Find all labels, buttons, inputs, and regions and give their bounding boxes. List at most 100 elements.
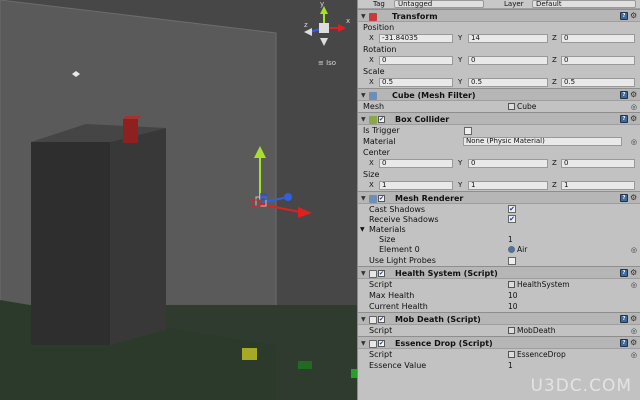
rotation-row: X 0 Y 0 Z 0 xyxy=(358,55,640,66)
rotation-label-row: Rotation xyxy=(358,44,640,55)
current-health-row: Current Health 10 xyxy=(358,301,640,312)
scene-view[interactable]: y x z ≡ Iso xyxy=(0,0,357,400)
is-trigger-row: Is Trigger xyxy=(358,125,640,136)
mob-death-enabled-checkbox[interactable]: ✔ xyxy=(378,316,385,323)
size-x-field[interactable]: 1 xyxy=(379,181,453,190)
position-y-field[interactable]: 14 xyxy=(468,34,548,43)
axis-z-label: Z xyxy=(552,181,557,189)
help-book-icon[interactable]: ? xyxy=(620,91,628,99)
axis-z-label: Z xyxy=(552,34,557,42)
box-collider-header[interactable]: ▼ ✔ Box Collider ? ⚙ xyxy=(358,112,640,125)
inspector-panel[interactable]: Tag Untagged Layer Default ▼ Transform ?… xyxy=(357,0,640,400)
scale-y-field[interactable]: 0.5 xyxy=(468,78,548,87)
layer-dropdown[interactable]: Default xyxy=(532,0,636,8)
element0-row: Element 0 Air ◎ xyxy=(358,244,640,255)
mesh-renderer-icon xyxy=(369,195,377,203)
help-book-icon[interactable]: ? xyxy=(620,339,628,347)
gear-icon[interactable]: ⚙ xyxy=(630,315,638,323)
gear-icon[interactable]: ⚙ xyxy=(630,194,638,202)
box-collider-enabled-checkbox[interactable]: ✔ xyxy=(378,116,385,123)
cast-shadows-row: Cast Shadows ✔ xyxy=(358,204,640,214)
axis-y-label: Y xyxy=(458,34,463,42)
help-book-icon[interactable]: ? xyxy=(620,12,628,20)
essence-drop-enabled-checkbox[interactable]: ✔ xyxy=(378,340,385,347)
red-cube[interactable] xyxy=(123,119,138,143)
gear-icon[interactable]: ⚙ xyxy=(630,269,638,277)
mob-death-script-value[interactable]: MobDeath xyxy=(508,325,556,336)
rotation-x-field[interactable]: 0 xyxy=(379,56,453,65)
essence-drop-header[interactable]: ▼ ✔ Essence Drop (Script) ? ⚙ xyxy=(358,336,640,349)
script-icon xyxy=(369,270,377,278)
help-book-icon[interactable]: ? xyxy=(620,194,628,202)
position-label-row: Position xyxy=(358,22,640,33)
current-health-label: Current Health xyxy=(369,302,428,311)
essence-value-value[interactable]: 1 xyxy=(508,360,513,371)
center-x-field[interactable]: 0 xyxy=(379,159,453,168)
center-z-field[interactable]: 0 xyxy=(561,159,635,168)
gear-icon[interactable]: ⚙ xyxy=(630,339,638,347)
current-health-value[interactable]: 10 xyxy=(508,301,518,312)
transform-header[interactable]: ▼ Transform ? ⚙ xyxy=(358,9,640,22)
green-object[interactable] xyxy=(298,361,312,369)
mob-death-header[interactable]: ▼ ✔ Mob Death (Script) ? ⚙ xyxy=(358,312,640,325)
size-label-row: Size xyxy=(358,169,640,180)
position-x-field[interactable]: -31.84035 xyxy=(379,34,453,43)
scale-x-field[interactable]: 0.5 xyxy=(379,78,453,87)
gear-icon[interactable]: ⚙ xyxy=(630,12,638,20)
gizmo-z-label: z xyxy=(304,21,308,29)
size-y-field[interactable]: 1 xyxy=(468,181,548,190)
help-book-icon[interactable]: ? xyxy=(620,315,628,323)
axis-y-label: Y xyxy=(458,159,463,167)
max-health-value[interactable]: 10 xyxy=(508,290,518,301)
transform-title: Transform xyxy=(392,12,438,21)
health-system-header[interactable]: ▼ ✔ Health System (Script) ? ⚙ xyxy=(358,266,640,279)
health-system-enabled-checkbox[interactable]: ✔ xyxy=(378,270,385,277)
essence-script-text: EssenceDrop xyxy=(517,350,566,359)
receive-shadows-checkbox[interactable]: ✔ xyxy=(508,215,516,223)
rotation-z-field[interactable]: 0 xyxy=(561,56,635,65)
tag-dropdown[interactable]: Untagged xyxy=(394,0,484,8)
essence-script-label: Script xyxy=(369,350,393,359)
script-file-icon xyxy=(508,351,515,358)
material-field[interactable]: None (Physic Material) xyxy=(463,137,622,146)
mesh-value[interactable]: Cube xyxy=(508,101,536,112)
axis-x-label: X xyxy=(369,159,374,167)
light-probes-row: Use Light Probes xyxy=(358,255,640,266)
is-trigger-label: Is Trigger xyxy=(363,126,400,135)
materials-row[interactable]: ▼ Materials xyxy=(358,224,640,234)
rotation-y-field[interactable]: 0 xyxy=(468,56,548,65)
scale-z-field[interactable]: 0.5 xyxy=(561,78,635,87)
light-probes-label: Use Light Probes xyxy=(369,256,436,265)
mesh-filter-header[interactable]: ▼ Cube (Mesh Filter) ? ⚙ xyxy=(358,88,640,101)
script-icon xyxy=(369,316,377,324)
size-z-field[interactable]: 1 xyxy=(561,181,635,190)
receive-shadows-row: Receive Shadows ✔ xyxy=(358,214,640,224)
gear-icon[interactable]: ⚙ xyxy=(630,91,638,99)
health-system-title: Health System (Script) xyxy=(395,269,498,278)
mesh-renderer-enabled-checkbox[interactable]: ✔ xyxy=(378,195,385,202)
essence-script-value[interactable]: EssenceDrop xyxy=(508,349,566,360)
tag-label: Tag xyxy=(373,0,385,8)
is-trigger-checkbox[interactable] xyxy=(464,127,472,135)
light-probes-checkbox[interactable] xyxy=(508,257,516,265)
projection-toggle[interactable]: ≡ Iso xyxy=(318,59,336,67)
scale-row: X 0.5 Y 0.5 Z 0.5 xyxy=(358,77,640,88)
health-script-value[interactable]: HealthSystem xyxy=(508,279,570,290)
help-book-icon[interactable]: ? xyxy=(620,115,628,123)
scene-canvas[interactable]: y x z xyxy=(0,0,357,400)
element0-value[interactable]: Air xyxy=(508,244,527,255)
position-z-field[interactable]: 0 xyxy=(561,34,635,43)
script-file-icon xyxy=(508,327,515,334)
help-book-icon[interactable]: ? xyxy=(620,269,628,277)
material-sphere-icon xyxy=(508,246,515,253)
axis-y-label: Y xyxy=(458,56,463,64)
gear-icon[interactable]: ⚙ xyxy=(630,115,638,123)
mesh-renderer-header[interactable]: ▼ ✔ Mesh Renderer ? ⚙ xyxy=(358,191,640,204)
yellow-cube[interactable] xyxy=(242,348,257,360)
position-row: X -31.84035 Y 14 Z 0 xyxy=(358,33,640,44)
axis-y-label: Y xyxy=(458,78,463,86)
center-y-field[interactable]: 0 xyxy=(468,159,548,168)
gizmo-x-label: x xyxy=(346,17,350,25)
rotation-label: Rotation xyxy=(363,45,397,54)
cast-shadows-checkbox[interactable]: ✔ xyxy=(508,205,516,213)
